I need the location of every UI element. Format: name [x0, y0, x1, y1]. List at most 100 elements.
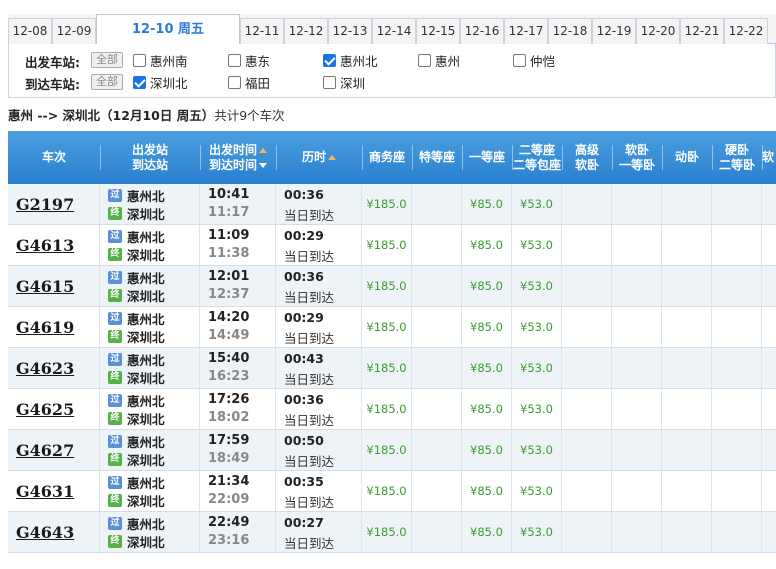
- date-tab[interactable]: 12-11: [240, 18, 284, 44]
- date-tab[interactable]: 12-21: [680, 18, 724, 44]
- seat-price-first[interactable]: ¥85.0: [462, 430, 512, 470]
- seat-empty: [662, 307, 712, 347]
- seat-price-business[interactable]: ¥185.0: [362, 225, 412, 265]
- checkbox-icon[interactable]: [133, 53, 146, 67]
- seat-price-second[interactable]: ¥53.0: [512, 184, 562, 224]
- sort-up-icon[interactable]: [328, 155, 336, 160]
- date-tab[interactable]: 12-14: [372, 18, 416, 44]
- seat-price-first[interactable]: ¥85.0: [462, 348, 512, 388]
- seat-empty: [612, 184, 662, 224]
- pass-station-icon: 过: [108, 393, 122, 407]
- train-number-link[interactable]: G4623: [8, 348, 100, 388]
- table-row: G4627 过惠州北终深圳北 17:59 18:49 00:50 当日到达 ¥185.0 ¥8…: [8, 430, 776, 471]
- seat-price-business[interactable]: ¥185.0: [362, 389, 412, 429]
- depart-option[interactable]: 惠东: [228, 52, 270, 69]
- depart-station: 过惠州北: [108, 269, 165, 286]
- sort-up-icon[interactable]: [259, 147, 267, 153]
- col-train[interactable]: 车次: [8, 131, 100, 184]
- seat-empty: [662, 266, 712, 306]
- seat-price-first[interactable]: ¥85.0: [462, 471, 512, 511]
- seat-price-first[interactable]: ¥85.0: [462, 184, 512, 224]
- train-number-link[interactable]: G4613: [8, 225, 100, 265]
- col-times[interactable]: 出发时间 到达时间: [200, 131, 276, 184]
- depart-option[interactable]: 惠州: [418, 52, 460, 69]
- date-tab[interactable]: 12-17: [504, 18, 548, 44]
- date-tab[interactable]: 12-08: [8, 18, 52, 44]
- seat-price-business[interactable]: ¥185.0: [362, 266, 412, 306]
- arrive-option-label: 深圳北: [150, 75, 188, 91]
- checkbox-checked-icon[interactable]: [133, 75, 146, 89]
- train-number-link[interactable]: G4619: [8, 307, 100, 347]
- arrive-all-button[interactable]: 全部: [91, 74, 123, 90]
- date-tab[interactable]: 12-19: [592, 18, 636, 44]
- train-number-link[interactable]: G4627: [8, 430, 100, 470]
- checkbox-icon[interactable]: [228, 53, 241, 67]
- date-tab[interactable]: 12-13: [328, 18, 372, 44]
- arrive-option[interactable]: 深圳: [323, 74, 365, 91]
- arrive-station: 终深圳北: [108, 205, 165, 222]
- seat-price-first[interactable]: ¥85.0: [462, 225, 512, 265]
- seat-price-first[interactable]: ¥85.0: [462, 512, 512, 552]
- seat-price-second[interactable]: ¥53.0: [512, 389, 562, 429]
- seat-price-second[interactable]: ¥53.0: [512, 471, 562, 511]
- train-number-link[interactable]: G4643: [8, 512, 100, 552]
- seat-empty: [562, 225, 612, 265]
- train-number-link[interactable]: G2197: [8, 184, 100, 224]
- arrive-station-name: 深圳北: [127, 370, 165, 386]
- arrive-option[interactable]: 福田: [228, 74, 270, 91]
- terminal-station-icon: 终: [108, 329, 122, 343]
- arrive-time: 18:02: [208, 410, 250, 425]
- depart-option[interactable]: 仲恺: [513, 52, 555, 69]
- seat-price-business[interactable]: ¥185.0: [362, 512, 412, 552]
- duration: 00:29: [284, 228, 324, 243]
- seat-price-first[interactable]: ¥85.0: [462, 266, 512, 306]
- seat-price-second[interactable]: ¥53.0: [512, 348, 562, 388]
- seat-price-second[interactable]: ¥53.0: [512, 266, 562, 306]
- seat-price-second[interactable]: ¥53.0: [512, 225, 562, 265]
- seat-price-second[interactable]: ¥53.0: [512, 307, 562, 347]
- depart-all-button[interactable]: 全部: [91, 52, 123, 68]
- times-cell: 22:49 23:16: [200, 512, 276, 552]
- seat-price-first[interactable]: ¥85.0: [462, 307, 512, 347]
- checkbox-checked-icon[interactable]: [323, 53, 336, 67]
- date-tab[interactable]: 12-10 周五: [96, 14, 240, 45]
- depart-option[interactable]: 惠州北: [323, 52, 378, 69]
- seat-price-business[interactable]: ¥185.0: [362, 307, 412, 347]
- date-tab[interactable]: 12-12: [284, 18, 328, 44]
- train-number-link[interactable]: G4625: [8, 389, 100, 429]
- sort-down-icon[interactable]: [259, 162, 267, 168]
- seat-empty: [762, 512, 776, 552]
- seat-price-business[interactable]: ¥185.0: [362, 430, 412, 470]
- arrive-time: 12:37: [208, 287, 250, 302]
- date-tab[interactable]: 12-16: [460, 18, 504, 44]
- seat-price-business[interactable]: ¥185.0: [362, 471, 412, 511]
- duration: 00:36: [284, 269, 324, 284]
- date-tab[interactable]: 12-15: [416, 18, 460, 44]
- seat-price-business[interactable]: ¥185.0: [362, 348, 412, 388]
- seat-price-second[interactable]: ¥53.0: [512, 512, 562, 552]
- checkbox-icon[interactable]: [323, 75, 336, 89]
- date-tab[interactable]: 12-09: [52, 18, 96, 44]
- arrive-time: 11:17: [208, 205, 250, 220]
- checkbox-icon[interactable]: [418, 53, 431, 67]
- depart-station: 过惠州北: [108, 474, 165, 491]
- checkbox-icon[interactable]: [228, 75, 241, 89]
- seat-price-first[interactable]: ¥85.0: [462, 389, 512, 429]
- table-row: G4613 过惠州北终深圳北 11:09 11:38 00:29 当日到达 ¥185.0 ¥8…: [8, 225, 776, 266]
- train-number-link[interactable]: G4615: [8, 266, 100, 306]
- col-duration[interactable]: 历时: [276, 131, 362, 184]
- checkbox-icon[interactable]: [513, 53, 526, 67]
- date-tab[interactable]: 12-20: [636, 18, 680, 44]
- date-tab[interactable]: 12-22: [724, 18, 768, 44]
- depart-station: 过惠州北: [108, 187, 165, 204]
- date-tab[interactable]: 12-18: [548, 18, 592, 44]
- depart-time: 17:26: [208, 392, 250, 407]
- arrive-option[interactable]: 深圳北: [133, 74, 188, 91]
- seat-price-second[interactable]: ¥53.0: [512, 430, 562, 470]
- seat-price-business[interactable]: ¥185.0: [362, 184, 412, 224]
- train-number-link[interactable]: G4631: [8, 471, 100, 511]
- arrival-note: 当日到达: [284, 413, 335, 428]
- depart-option[interactable]: 惠州南: [133, 52, 188, 69]
- col-soft-seat: 软: [762, 131, 776, 184]
- terminal-station-icon: 终: [108, 206, 122, 220]
